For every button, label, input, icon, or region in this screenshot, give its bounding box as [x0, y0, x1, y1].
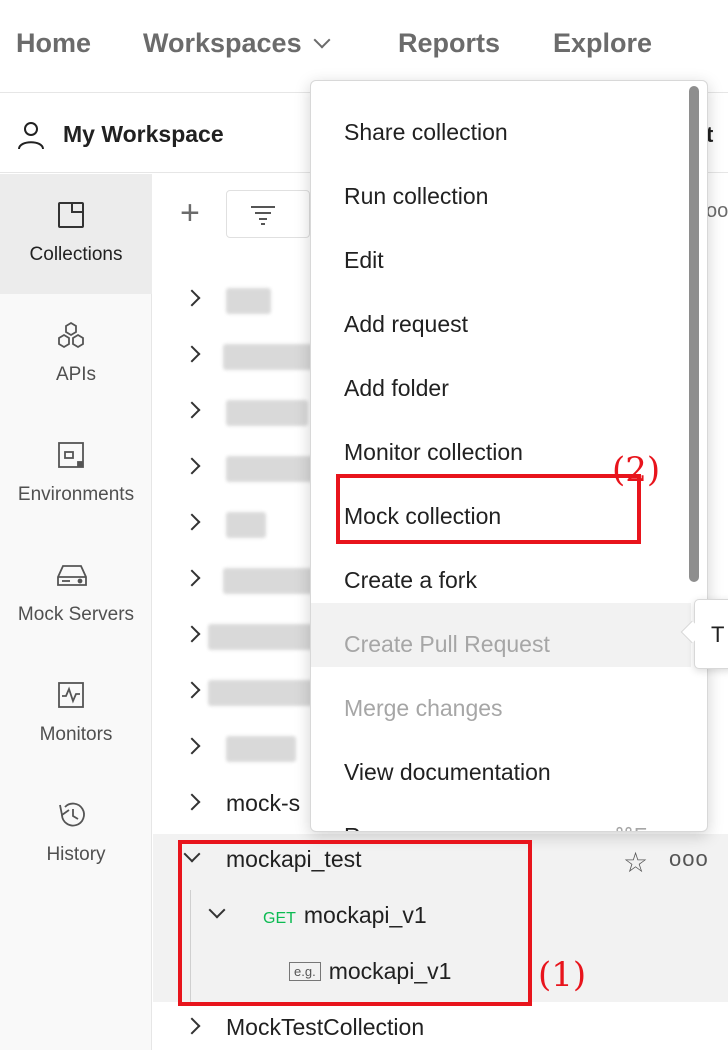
- chevron-right-icon: [183, 289, 201, 307]
- left-sidebar: Collections APIs Environments Mock Serve…: [0, 174, 152, 1050]
- annotation-box-1: [178, 840, 532, 1006]
- sidebar-item-label: APIs: [55, 364, 97, 385]
- menu-item-merge-changes[interactable]: Merge changes: [311, 667, 691, 731]
- chevron-right-icon: [183, 401, 201, 419]
- menu-item-label: Merge changes: [344, 695, 503, 721]
- menu-item-label: View documentation: [344, 759, 551, 785]
- menu-item-create-pull-request[interactable]: Create Pull Request: [311, 603, 691, 667]
- menu-item-rename[interactable]: Rename ⌘E: [311, 795, 691, 831]
- menu-item-label: Create a fork: [344, 567, 477, 593]
- chevron-right-icon: [183, 1017, 201, 1035]
- nav-reports[interactable]: Reports: [398, 28, 500, 59]
- sidebar-item-environments[interactable]: Environments: [0, 414, 152, 534]
- history-icon: [59, 802, 85, 827]
- redacted-label: [226, 288, 271, 314]
- redacted-label: [223, 344, 313, 370]
- sidebar-item-collections[interactable]: Collections: [0, 174, 152, 294]
- add-collection-button[interactable]: +: [180, 196, 200, 230]
- annotation-label-1: (1): [538, 955, 587, 995]
- menu-item-label: Share collection: [344, 119, 508, 145]
- redacted-label: [226, 400, 308, 426]
- menu-item-add-folder[interactable]: Add folder: [311, 347, 691, 411]
- star-icon[interactable]: ☆: [623, 846, 648, 879]
- sidebar-item-label: Mock Servers: [17, 604, 135, 625]
- redacted-label: [208, 680, 313, 706]
- sidebar-item-label: Monitors: [39, 724, 113, 745]
- menu-item-label: Rename: [344, 823, 431, 831]
- redacted-label: [226, 456, 314, 482]
- sidebar-item-mock-servers[interactable]: Mock Servers: [0, 534, 152, 654]
- tooltip-text: T: [711, 622, 725, 647]
- shortcut-label: ⌘E: [614, 823, 647, 831]
- redacted-label: [226, 512, 266, 538]
- sidebar-item-label: Collections: [29, 244, 123, 265]
- menu-item-label: Run collection: [344, 183, 489, 209]
- annotation-box-2: [336, 474, 641, 544]
- more-options-icon[interactable]: ooo: [669, 846, 709, 872]
- menu-item-create-fork[interactable]: Create a fork: [311, 539, 691, 603]
- redacted-label: [208, 624, 313, 650]
- workspace-title[interactable]: My Workspace: [63, 121, 224, 148]
- mock-servers-icon: [57, 565, 87, 586]
- menu-item-view-documentation[interactable]: View documentation: [311, 731, 691, 795]
- menu-scrollbar[interactable]: [689, 86, 699, 582]
- menu-item-label: Add request: [344, 311, 469, 337]
- chevron-right-icon: [183, 569, 201, 587]
- filter-button[interactable]: [226, 190, 310, 238]
- chevron-right-icon: [183, 513, 201, 531]
- menu-item-label: Edit: [344, 247, 384, 273]
- sidebar-item-apis[interactable]: APIs: [0, 294, 152, 414]
- collection-name: mock-s: [226, 790, 301, 816]
- chevron-right-icon: [183, 345, 201, 363]
- chevron-right-icon: [183, 457, 201, 475]
- chevron-right-icon: [183, 793, 201, 811]
- nav-workspaces[interactable]: Workspaces: [143, 28, 331, 59]
- more-options-icon[interactable]: ooo: [706, 200, 728, 223]
- filter-icon: [251, 206, 275, 225]
- collections-icon: [58, 202, 84, 228]
- environments-icon: [58, 442, 84, 468]
- chevron-right-icon: [183, 681, 201, 699]
- menu-item-share-collection[interactable]: Share collection: [311, 91, 691, 155]
- annotation-label-2: (2): [612, 450, 661, 490]
- chevron-right-icon: [183, 737, 201, 755]
- collection-row-mocktestcollection[interactable]: MockTestCollection: [153, 1002, 728, 1050]
- menu-item-run-collection[interactable]: Run collection: [311, 155, 691, 219]
- menu-item-label: Add folder: [344, 375, 449, 401]
- sidebar-item-label: Environments: [17, 484, 135, 505]
- monitors-icon: [58, 682, 84, 708]
- sidebar-item-label: History: [46, 844, 106, 865]
- nav-home[interactable]: Home: [16, 28, 91, 59]
- redacted-label: [226, 736, 296, 762]
- user-icon: [18, 122, 44, 150]
- menu-item-add-request[interactable]: Add request: [311, 283, 691, 347]
- menu-item-label: Monitor collection: [344, 439, 523, 465]
- sidebar-item-monitors[interactable]: Monitors: [0, 654, 152, 774]
- apis-icon: [58, 321, 84, 349]
- nav-workspaces-label: Workspaces: [143, 28, 302, 58]
- redacted-label: [223, 568, 313, 594]
- chevron-down-icon: [313, 31, 331, 49]
- collection-name: MockTestCollection: [226, 1014, 425, 1040]
- chevron-right-icon: [183, 625, 201, 643]
- menu-item-label: Create Pull Request: [344, 631, 550, 657]
- nav-explore[interactable]: Explore: [553, 28, 652, 59]
- menu-item-edit[interactable]: Edit: [311, 219, 691, 283]
- sidebar-item-history[interactable]: History: [0, 774, 152, 894]
